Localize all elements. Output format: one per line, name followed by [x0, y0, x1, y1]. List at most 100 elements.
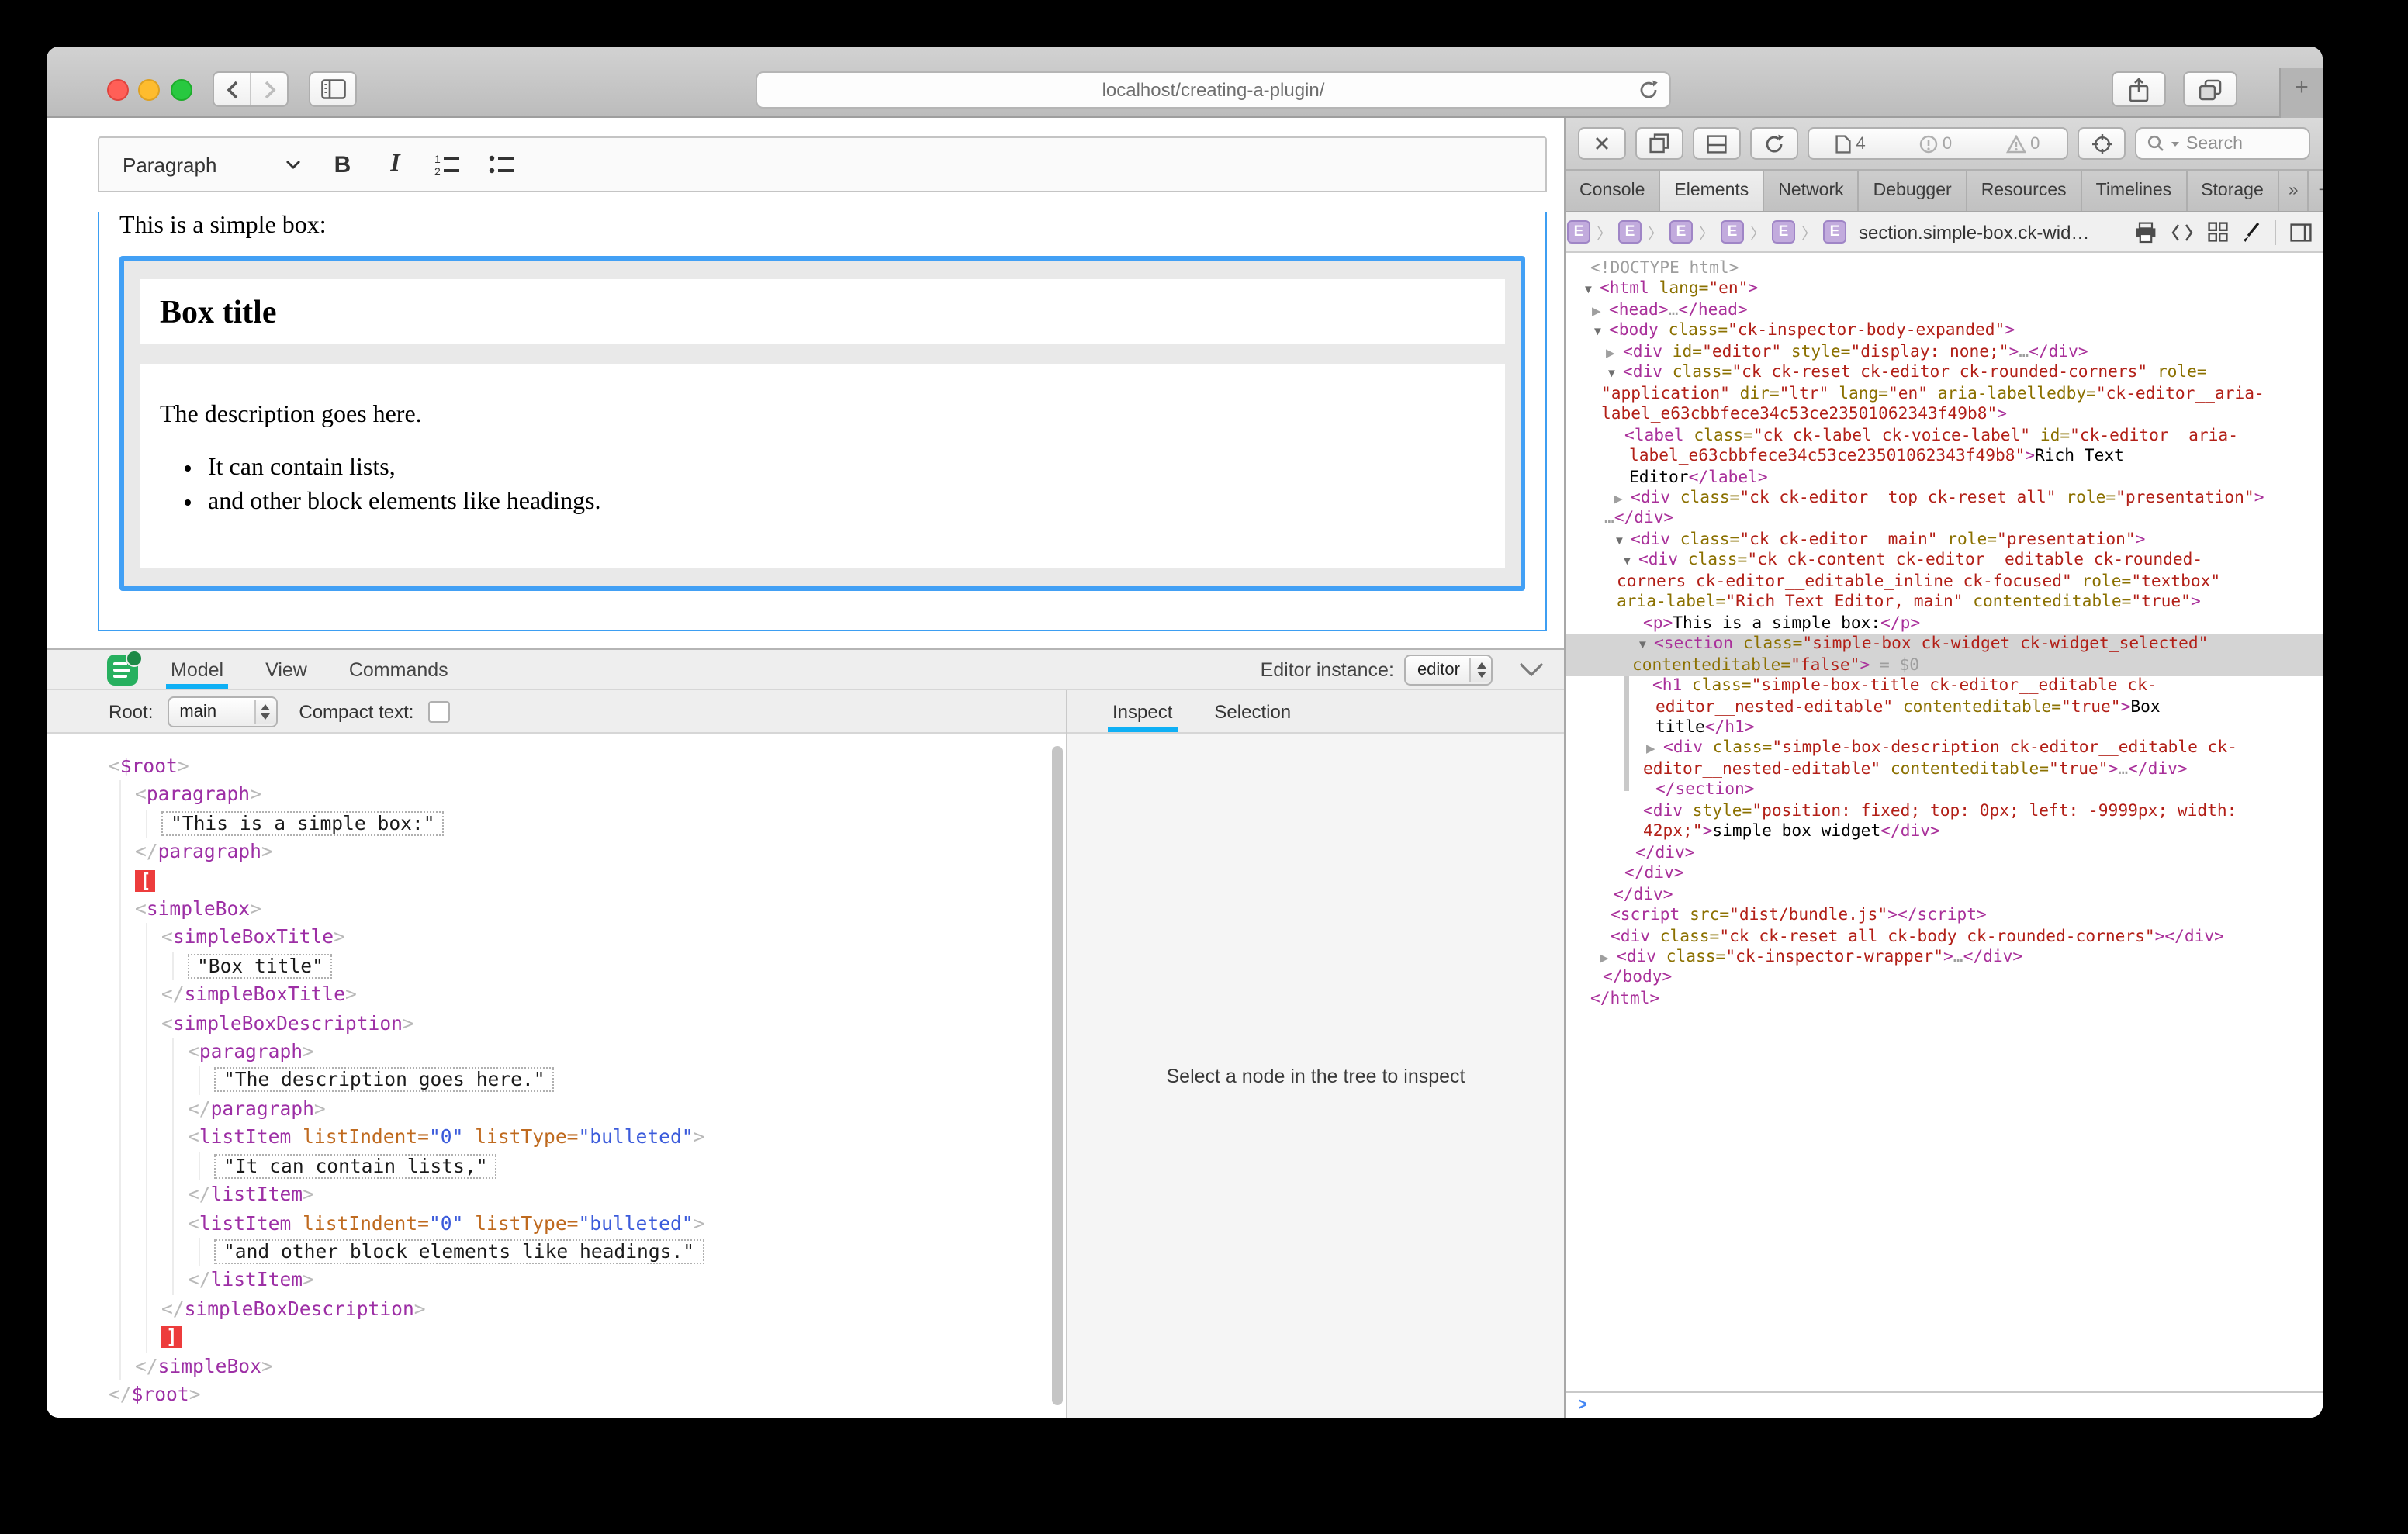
model-text-node[interactable]: "Box title"	[188, 952, 1066, 981]
quick-console[interactable]: >	[1566, 1391, 2323, 1418]
dom-tree-line[interactable]: </div>	[1566, 843, 2323, 864]
dom-tree-line[interactable]: "application" dir="ltr" lang="en" aria-l…	[1566, 384, 2323, 405]
grid-layout-icon[interactable]	[2208, 222, 2228, 242]
zoom-window-button[interactable]	[171, 79, 192, 101]
element-picker-button[interactable]	[2078, 127, 2126, 160]
issues-summary[interactable]: 4 0	[1808, 127, 2068, 160]
breadcrumb-element-badge[interactable]: E	[1823, 220, 1846, 244]
model-node-$root[interactable]: <$root>	[109, 752, 1066, 781]
dom-tree-line[interactable]: <h1 class="simple-box-title ck-editor__e…	[1566, 676, 2323, 697]
detach-devtools-button[interactable]	[1635, 127, 1683, 160]
model-node-simpleBoxDescription[interactable]: <simpleBoxDescription>	[161, 1009, 1066, 1038]
dom-tree-line[interactable]: ▼<div class="ck ck-editor__main" role="p…	[1566, 530, 2323, 551]
model-node-close-simpleBox[interactable]: </simpleBox>	[135, 1352, 1066, 1380]
model-node-simpleBox[interactable]: <simpleBox>	[135, 895, 1066, 924]
inspector-tab-model[interactable]: Model	[171, 650, 223, 689]
dom-tree-line[interactable]: ▶<head>…</head>	[1566, 301, 2323, 322]
description-list-item[interactable]: It can contain lists,	[208, 453, 1485, 482]
dom-tree-line[interactable]: <script src="dist/bundle.js"></script>	[1566, 906, 2323, 927]
dom-tree-line[interactable]: ▶<div id="editor" style="display: none;"…	[1566, 343, 2323, 364]
ckeditor-editable[interactable]: This is a simple box: Box title The desc…	[98, 212, 1547, 631]
address-bar[interactable]: localhost/creating-a-plugin/	[756, 71, 1671, 109]
dom-tree-line[interactable]: title</h1>	[1566, 718, 2323, 739]
dom-tree-line[interactable]: ▶<div class="simple-box-description ck-e…	[1566, 739, 2323, 760]
description-list-item[interactable]: and other block elements like headings.	[208, 487, 1485, 517]
dom-tree-line[interactable]: …</div>	[1566, 510, 2323, 530]
close-devtools-button[interactable]	[1578, 127, 1626, 160]
inspect-tab-selection[interactable]: Selection	[1214, 690, 1291, 732]
back-button[interactable]	[214, 73, 250, 105]
dom-tree-line[interactable]: <label class="ck ck-label ck-voice-label…	[1566, 426, 2323, 447]
intro-paragraph[interactable]: This is a simple box:	[119, 212, 1525, 240]
code-brackets-icon[interactable]	[2171, 223, 2194, 241]
dom-tree-line[interactable]: corners ck-editor__editable_inline ck-fo…	[1566, 572, 2323, 593]
model-text-node[interactable]: "The description goes here."	[214, 1066, 1066, 1095]
devtools-tab-network[interactable]: Network	[1764, 171, 1859, 211]
styles-brush-icon[interactable]	[2242, 221, 2261, 243]
collapse-inspector-button[interactable]	[1519, 662, 1544, 676]
share-button[interactable]	[2112, 71, 2166, 107]
heading-dropdown[interactable]: Paragraph	[99, 153, 316, 176]
dom-tree-line[interactable]: </section>	[1566, 781, 2323, 802]
description-paragraph[interactable]: The description goes here.	[160, 402, 1485, 430]
inspector-tab-view[interactable]: View	[265, 650, 307, 689]
sidebar-toggle-button[interactable]	[309, 71, 357, 107]
simple-box-widget[interactable]: Box title The description goes here. It …	[119, 256, 1525, 591]
dom-tree-line[interactable]: label_e63cbbfece34c53ce23501062343f49b8"…	[1566, 405, 2323, 426]
dom-tree-line[interactable]: <p>This is a simple box:</p>	[1566, 613, 2323, 634]
show-all-tabs-button[interactable]	[2183, 71, 2237, 107]
devtools-tab-elements[interactable]: Elements	[1660, 171, 1764, 211]
dock-side-button[interactable]	[1693, 127, 1741, 160]
model-node-close-listItem[interactable]: </listItem>	[188, 1180, 1066, 1209]
dom-tree-line[interactable]: </div>	[1566, 864, 2323, 885]
close-window-button[interactable]	[107, 79, 129, 101]
description-list[interactable]: It can contain lists, and other block ele…	[160, 453, 1485, 517]
italic-button[interactable]: I	[368, 143, 421, 186]
dom-tree-line[interactable]: 42px;">simple box widget</div>	[1566, 822, 2323, 843]
dom-tree-line[interactable]: ▼<div class="ck ck-content ck-editor__ed…	[1566, 551, 2323, 572]
devtools-tab-debugger[interactable]: Debugger	[1860, 171, 1967, 211]
devtools-tab-timelines[interactable]: Timelines	[2082, 171, 2188, 211]
model-node-close-paragraph[interactable]: </paragraph>	[135, 838, 1066, 866]
breadcrumb-element-badge[interactable]: E	[1772, 220, 1795, 244]
breadcrumb-element-badge[interactable]: E	[1669, 220, 1693, 244]
model-text-node[interactable]: "and other block elements like headings.…	[214, 1238, 1066, 1266]
dom-tree-line[interactable]: <!DOCTYPE html>	[1566, 259, 2323, 280]
editor-instance-select[interactable]: editor	[1405, 654, 1493, 685]
breadcrumb-element-badge[interactable]: E	[1567, 220, 1590, 244]
model-node-close-simpleBoxDescription[interactable]: </simpleBoxDescription>	[161, 1294, 1066, 1323]
dom-tree-line[interactable]: ▼<section class="simple-box ck-widget ck…	[1566, 634, 2323, 655]
dom-tree-line[interactable]: </div>	[1566, 885, 2323, 906]
add-tab-button[interactable]: +	[2309, 171, 2323, 211]
devtools-tab-resources[interactable]: Resources	[1967, 171, 2082, 211]
dom-tree-line[interactable]: contenteditable="false"> = $0	[1566, 655, 2323, 676]
breadcrumb-current[interactable]: section.simple-box.ck-wid…	[1859, 221, 2089, 243]
dom-tree-line[interactable]: ▼<body class="ck-inspector-body-expanded…	[1566, 322, 2323, 343]
box-title-heading[interactable]: Box title	[160, 292, 276, 331]
breadcrumb-element-badge[interactable]: E	[1721, 220, 1744, 244]
model-node-simpleBoxTitle[interactable]: <simpleBoxTitle>	[161, 924, 1066, 952]
inspector-tab-commands[interactable]: Commands	[349, 650, 448, 689]
root-select[interactable]: main	[167, 696, 277, 727]
dom-tree-line[interactable]: <div class="ck ck-reset_all ck-body ck-r…	[1566, 927, 2323, 948]
devtools-tab-storage[interactable]: Storage	[2187, 171, 2279, 211]
model-text-node[interactable]: "This is a simple box:"	[161, 810, 1066, 838]
simple-box-title[interactable]: Box title	[140, 279, 1505, 344]
dom-tree-line[interactable]: </body>	[1566, 969, 2323, 990]
dom-tree-line[interactable]: label_e63cbbfece34c53ce23501062343f49b8"…	[1566, 447, 2323, 468]
dom-tree-line[interactable]: editor__nested-editable" contenteditable…	[1566, 697, 2323, 718]
breadcrumb-element-badge[interactable]: E	[1618, 220, 1642, 244]
dom-tree-line[interactable]: Editor</label>	[1566, 468, 2323, 489]
dom-tree-line[interactable]: editor__nested-editable" contenteditable…	[1566, 760, 2323, 781]
model-node-listItem[interactable]: <listItem listIndent="0" listType="bulle…	[188, 1209, 1066, 1238]
devtools-search-field[interactable]: Search	[2135, 127, 2310, 160]
bold-button[interactable]: B	[316, 143, 368, 186]
model-node-close-simpleBoxTitle[interactable]: </simpleBoxTitle>	[161, 981, 1066, 1010]
dom-tree-line[interactable]: ▶<div class="ck-inspector-wrapper">…</di…	[1566, 948, 2323, 969]
forward-button[interactable]	[250, 73, 287, 105]
model-node-paragraph[interactable]: <paragraph>	[135, 781, 1066, 810]
devtools-tab-console[interactable]: Console	[1566, 171, 1660, 211]
model-node-close-paragraph[interactable]: </paragraph>	[188, 1095, 1066, 1124]
model-node-close-$root[interactable]: </$root>	[109, 1380, 1066, 1409]
reload-page-button[interactable]	[1750, 127, 1798, 160]
